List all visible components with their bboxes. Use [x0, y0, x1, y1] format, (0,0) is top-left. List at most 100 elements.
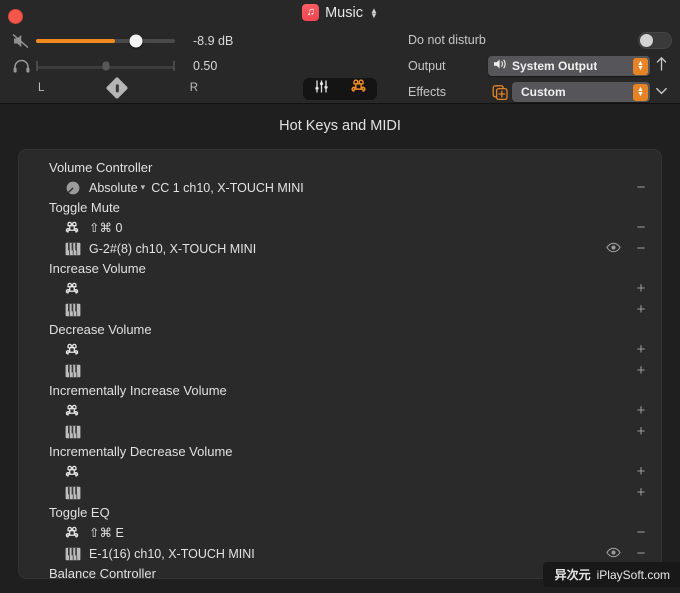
visibility-eye-icon[interactable] [606, 545, 621, 563]
balance-cap-right [173, 61, 175, 71]
add-binding-button[interactable]: + [635, 403, 647, 418]
hotkey-binding-row[interactable]: + [19, 400, 661, 421]
speaker-icon [493, 57, 508, 75]
pan-center-indicator[interactable] [105, 76, 129, 100]
app-title-selector[interactable]: ♫ Music ▲ ▼ [0, 4, 680, 21]
binding-mode-label: Absolute [89, 180, 138, 195]
command-key-icon[interactable] [65, 282, 89, 296]
volume-db-value: -8.9 dB [193, 34, 234, 48]
hotkey-binding-row[interactable]: + [19, 278, 661, 299]
hotkey-binding-row[interactable]: + [19, 360, 661, 381]
volume-controls: -8.9 dB 0.50 L R [8, 30, 258, 100]
output-stepper-icon[interactable]: ▲ ▼ [633, 57, 648, 75]
piano-keys-icon[interactable] [65, 486, 89, 500]
hotkey-binding-row[interactable]: + [19, 299, 661, 320]
hotkey-binding-row[interactable]: Absolute ▾ CC 1 ch10, X-TOUCH MINI − [19, 177, 661, 198]
do-not-disturb-label: Do not disturb [408, 33, 486, 47]
balance-slider-knob[interactable] [102, 61, 109, 71]
headphone-icon[interactable] [8, 59, 34, 74]
add-binding-button[interactable]: + [635, 342, 647, 357]
visibility-eye-icon[interactable] [606, 240, 621, 258]
hotkey-binding-row[interactable]: ⇧⌘ 0 − [19, 217, 661, 238]
watermark: 异次元 iPlaySoft.com [542, 562, 680, 587]
hotkey-group-title: Volume Controller [49, 160, 153, 175]
piano-keys-icon[interactable] [65, 547, 89, 561]
add-binding-button[interactable]: + [635, 363, 647, 378]
volume-slider-row: -8.9 dB [8, 30, 258, 52]
do-not-disturb-toggle[interactable] [638, 31, 672, 49]
remove-binding-button[interactable]: − [635, 525, 647, 540]
output-label: Output [408, 59, 446, 73]
effects-preset-value: Custom [521, 85, 566, 99]
add-effect-icon[interactable] [488, 84, 512, 101]
output-device-dropdown[interactable]: System Output ▲ ▼ [488, 56, 650, 76]
hotkey-group-title: Incrementally Increase Volume [49, 383, 227, 398]
command-key-icon[interactable] [65, 526, 89, 540]
remove-binding-button[interactable]: − [635, 546, 647, 561]
hotkey-binding-row[interactable]: ⇧⌘ E − [19, 522, 661, 543]
row-actions: + [635, 403, 647, 418]
volume-slider-knob[interactable] [129, 34, 143, 48]
hotkey-binding-row[interactable]: + [19, 461, 661, 482]
hotkey-binding-row[interactable]: G-2#(8) ch10, X-TOUCH MINI − [19, 238, 661, 259]
output-row: Output System Output ▲ ▼ [408, 54, 672, 78]
add-binding-button[interactable]: + [635, 302, 647, 317]
piano-keys-icon[interactable] [65, 425, 89, 439]
row-actions: − [635, 525, 647, 540]
speaker-mute-icon[interactable] [8, 33, 34, 49]
command-key-icon[interactable] [65, 221, 89, 235]
binding-description: E-1(16) ch10, X-TOUCH MINI [89, 546, 255, 561]
row-actions: − [635, 180, 647, 195]
command-key-icon[interactable] [351, 79, 366, 99]
command-key-icon[interactable] [65, 465, 89, 479]
hotkeys-list: Volume Controller Absolute ▾ CC 1 ch10, X-T… [19, 150, 661, 578]
hotkey-binding-row[interactable]: + [19, 339, 661, 360]
remove-binding-button[interactable]: − [635, 241, 647, 256]
row-actions: + [635, 363, 647, 378]
row-actions: − [606, 240, 647, 258]
volume-slider-fill [36, 39, 116, 43]
chevron-down-icon[interactable]: ▾ [141, 182, 146, 193]
watermark-cn: 异次元 [554, 568, 591, 582]
hotkey-binding-row[interactable]: + [19, 421, 661, 442]
effects-stepper-icon[interactable]: ▲ ▼ [633, 83, 648, 101]
top-control-bar: ♫ Music ▲ ▼ -8.9 dB 0.50 L R Do not dist… [0, 0, 680, 104]
row-actions: + [635, 464, 647, 479]
effects-preset-dropdown[interactable]: Custom ▲ ▼ [512, 82, 650, 102]
piano-keys-icon[interactable] [65, 303, 89, 317]
page-title: Hot Keys and MIDI [279, 118, 401, 134]
main-content: Hot Keys and MIDI Volume Controller Absol… [0, 104, 680, 593]
binding-description: ⇧⌘ 0 [89, 221, 123, 235]
command-key-icon[interactable] [65, 404, 89, 418]
add-binding-button[interactable]: + [635, 485, 647, 500]
binding-description: G-2#(8) ch10, X-TOUCH MINI [89, 241, 257, 256]
remove-binding-button[interactable]: − [635, 220, 647, 235]
add-binding-button[interactable]: + [635, 424, 647, 439]
effects-expand-chevron-icon[interactable] [650, 83, 672, 101]
settings-panel: Do not disturb Output System Output ▲ ▼ … [408, 28, 672, 106]
balance-slider[interactable] [36, 59, 175, 73]
row-actions: − [606, 545, 647, 563]
mode-toggle-group[interactable] [303, 78, 377, 100]
remove-binding-button[interactable]: − [635, 180, 647, 195]
hotkey-binding-row[interactable]: + [19, 482, 661, 503]
hotkey-binding-row[interactable]: E-1(16) ch10, X-TOUCH MINI − [19, 543, 661, 564]
add-binding-button[interactable]: + [635, 464, 647, 479]
hotkey-group-title: Toggle Mute [49, 200, 120, 215]
binding-mode-selector[interactable]: Absolute ▾ [89, 181, 145, 195]
pan-right-label: R [189, 82, 198, 94]
effects-row: Effects Custom ▲ ▼ [408, 80, 672, 104]
do-not-disturb-row: Do not disturb [408, 28, 672, 52]
knob-icon[interactable] [65, 180, 89, 196]
piano-keys-icon[interactable] [65, 364, 89, 378]
equalizer-sliders-icon[interactable] [314, 79, 329, 99]
row-actions: + [635, 424, 647, 439]
add-binding-button[interactable]: + [635, 281, 647, 296]
volume-slider[interactable] [36, 34, 175, 48]
command-key-icon[interactable] [65, 343, 89, 357]
output-share-icon[interactable] [650, 56, 672, 76]
hotkey-group-title: Decrease Volume [49, 322, 152, 337]
piano-keys-icon[interactable] [65, 242, 89, 256]
chevron-up-down-icon[interactable]: ▲ ▼ [370, 6, 378, 19]
app-title-label: Music [325, 4, 363, 21]
